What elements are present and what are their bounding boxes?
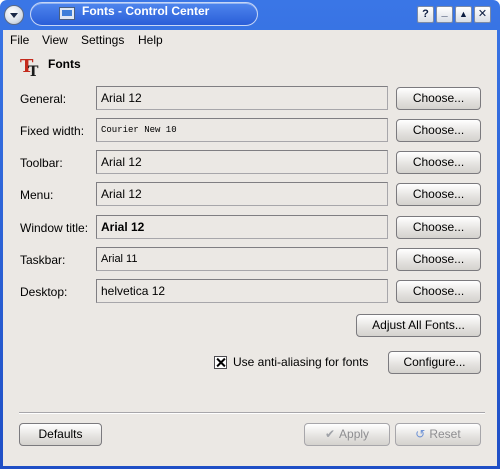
apply-button[interactable]: ✔ Apply <box>304 423 390 446</box>
menu-font-field: Arial 12 <box>96 182 388 206</box>
page-title: Fonts <box>48 57 81 71</box>
menu-bar: File View Settings Help <box>3 30 497 51</box>
general-choose-button[interactable]: Choose... <box>396 87 481 110</box>
menu-label: Menu: <box>20 188 54 202</box>
desktop-font-field: helvetica 12 <box>96 279 388 303</box>
desktop-choose-button[interactable]: Choose... <box>396 280 481 303</box>
toolbar-choose-button[interactable]: Choose... <box>396 151 481 174</box>
window-title: Fonts - Control Center <box>82 4 210 18</box>
menu-settings[interactable]: Settings <box>81 33 124 47</box>
toolbar-label: Toolbar: <box>20 156 63 170</box>
desktop-label: Desktop: <box>20 285 68 299</box>
general-label: General: <box>20 92 67 106</box>
antialiasing-checkbox[interactable] <box>214 356 227 369</box>
window-title-choose-button[interactable]: Choose... <box>396 216 481 239</box>
help-button[interactable]: ? <box>417 6 434 23</box>
svg-text:T: T <box>28 64 39 77</box>
window-menu-icon[interactable] <box>4 5 24 25</box>
reset-arrow-icon: ↺ <box>415 427 426 442</box>
window-title-font-field: Arial 12 <box>96 215 388 239</box>
fonts-icon: T T <box>20 56 39 77</box>
kde-control-center-window: Fonts - Control Center ? _ ▲ ✕ File View… <box>0 0 500 469</box>
apply-label: Apply <box>339 427 370 441</box>
antialiasing-label[interactable]: Use anti-aliasing for fonts <box>233 355 368 369</box>
fixed-width-choose-button[interactable]: Choose... <box>396 119 481 142</box>
separator <box>19 412 485 414</box>
checkmark-icon: ✔ <box>324 427 336 442</box>
configure-button[interactable]: Configure... <box>388 351 481 374</box>
menu-help[interactable]: Help <box>138 33 163 47</box>
fixed-width-label: Fixed width: <box>20 124 85 138</box>
client-area: File View Settings Help T T Fonts Genera… <box>3 30 497 466</box>
title-bar[interactable]: Fonts - Control Center ? _ ▲ ✕ <box>0 0 500 30</box>
minimize-button[interactable]: _ <box>436 6 453 23</box>
menu-choose-button[interactable]: Choose... <box>396 183 481 206</box>
fixed-width-font-field: Courier New 10 <box>96 118 388 142</box>
taskbar-label: Taskbar: <box>20 253 66 267</box>
control-center-icon <box>59 7 75 20</box>
general-font-field: Arial 12 <box>96 86 388 110</box>
reset-button[interactable]: ↺ Reset <box>395 423 481 446</box>
adjust-all-fonts-button[interactable]: Adjust All Fonts... <box>356 314 481 337</box>
menu-view[interactable]: View <box>42 33 68 47</box>
menu-file[interactable]: File <box>10 33 29 47</box>
defaults-button[interactable]: Defaults <box>19 423 102 446</box>
taskbar-choose-button[interactable]: Choose... <box>396 248 481 271</box>
maximize-button[interactable]: ▲ <box>455 6 472 23</box>
reset-label: Reset <box>429 427 461 441</box>
window-title-label: Window title: <box>20 221 89 235</box>
close-button[interactable]: ✕ <box>474 6 491 23</box>
toolbar-font-field: Arial 12 <box>96 150 388 174</box>
taskbar-font-field: Arial 11 <box>96 247 388 271</box>
